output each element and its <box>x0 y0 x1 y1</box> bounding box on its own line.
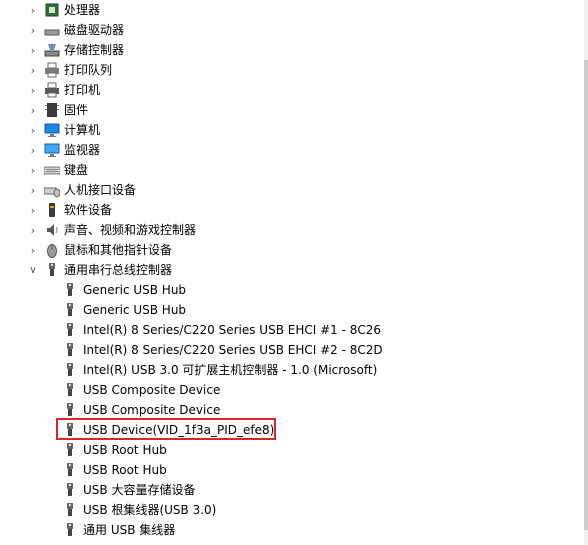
category-label: 打印机 <box>64 83 101 97</box>
device-label: USB Root Hub <box>83 463 167 477</box>
category-label: 磁盘驱动器 <box>64 23 125 37</box>
chevron-right-icon[interactable]: › <box>26 80 40 100</box>
usb-device-item[interactable]: Intel(R) 8 Series/C220 Series USB EHCI #… <box>0 340 560 360</box>
printer-icon <box>44 82 60 98</box>
usb-plug-icon <box>62 502 78 518</box>
scrollbar-thumb[interactable] <box>584 60 588 530</box>
category-software-devices[interactable]: › 软件设备 <box>0 200 560 220</box>
print-queue-icon <box>44 62 60 78</box>
category-label: 存储控制器 <box>64 43 125 57</box>
chevron-right-icon[interactable]: › <box>26 180 40 200</box>
category-label: 计算机 <box>64 123 101 137</box>
cpu-icon <box>44 2 60 18</box>
storage-controller-icon <box>44 42 60 58</box>
keyboard-icon <box>43 162 61 178</box>
category-hid[interactable]: › 人机接口设备 <box>0 180 560 200</box>
mouse-icon <box>44 242 60 258</box>
category-label: 处理器 <box>64 3 101 17</box>
chevron-right-icon[interactable]: › <box>26 0 40 20</box>
chevron-down-icon[interactable]: ∨ <box>26 260 40 280</box>
usb-device-item[interactable]: Generic USB Hub <box>0 300 560 320</box>
usb-device-item[interactable]: USB Root Hub <box>0 460 560 480</box>
category-storage-controllers[interactable]: › 存储控制器 <box>0 40 560 60</box>
usb-device-item[interactable]: Intel(R) USB 3.0 可扩展主机控制器 - 1.0 (Microso… <box>0 360 560 380</box>
category-printers[interactable]: › 打印机 <box>0 80 560 100</box>
software-device-icon <box>44 202 60 218</box>
device-label: USB Root Hub <box>83 443 167 457</box>
category-label: 固件 <box>64 103 89 117</box>
category-label: 打印队列 <box>64 63 113 77</box>
chevron-right-icon[interactable]: › <box>26 60 40 80</box>
chevron-right-icon[interactable]: › <box>26 120 40 140</box>
category-disk-drives[interactable]: › 磁盘驱动器 <box>0 20 560 40</box>
computer-icon <box>44 122 60 138</box>
chevron-right-icon[interactable]: › <box>26 40 40 60</box>
usb-device-item[interactable]: USB 根集线器(USB 3.0) <box>0 500 560 520</box>
usb-device-item[interactable]: USB Composite Device <box>0 380 560 400</box>
usb-device-item[interactable]: USB Composite Device <box>0 400 560 420</box>
highlight-annotation <box>56 418 276 440</box>
category-keyboards[interactable]: › 键盘 <box>0 160 560 180</box>
device-label: Intel(R) 8 Series/C220 Series USB EHCI #… <box>83 343 383 357</box>
chevron-right-icon[interactable]: › <box>26 220 40 240</box>
chevron-right-icon[interactable]: › <box>26 240 40 260</box>
category-label: 键盘 <box>64 163 89 177</box>
device-tree[interactable]: › 处理器 › 磁盘驱动器 › 存储控制器 › 打印队列 › 打印机 › 固件 … <box>0 0 584 545</box>
device-label: USB Composite Device <box>83 383 221 397</box>
usb-plug-icon <box>62 402 78 418</box>
category-label: 鼠标和其他指针设备 <box>64 243 173 257</box>
usb-device-item[interactable]: 通用 USB 集线器 <box>0 520 560 540</box>
speaker-icon <box>44 222 60 238</box>
category-sound-video-game[interactable]: › 声音、视频和游戏控制器 <box>0 220 560 240</box>
device-label: USB Composite Device <box>83 403 221 417</box>
usb-device-item[interactable]: USB 大容量存储设备 <box>0 480 560 500</box>
chevron-right-icon[interactable]: › <box>26 200 40 220</box>
category-cpu[interactable]: › 处理器 <box>0 0 560 20</box>
chevron-right-icon[interactable]: › <box>26 100 40 120</box>
monitor-icon <box>44 142 60 158</box>
usb-plug-icon <box>62 482 78 498</box>
usb-device-item[interactable]: USB Root Hub <box>0 440 560 460</box>
category-mice[interactable]: › 鼠标和其他指针设备 <box>0 240 560 260</box>
category-label: 通用串行总线控制器 <box>64 263 173 277</box>
device-label: Generic USB Hub <box>83 303 187 317</box>
usb-plug-icon <box>62 442 78 458</box>
category-label: 人机接口设备 <box>64 183 137 197</box>
category-label: 声音、视频和游戏控制器 <box>64 223 197 237</box>
category-label: 软件设备 <box>64 203 113 217</box>
chevron-right-icon[interactable]: › <box>26 160 40 180</box>
usb-plug-icon <box>62 342 78 358</box>
category-computer[interactable]: › 计算机 <box>0 120 560 140</box>
usb-plug-icon <box>62 322 78 338</box>
firmware-icon <box>44 102 60 118</box>
device-label: Generic USB Hub <box>83 283 187 297</box>
chevron-right-icon[interactable]: › <box>26 140 40 160</box>
usb-plug-icon <box>62 282 78 298</box>
usb-plug-icon <box>62 382 78 398</box>
category-monitors[interactable]: › 监视器 <box>0 140 560 160</box>
device-label: Intel(R) USB 3.0 可扩展主机控制器 - 1.0 (Microso… <box>83 363 378 377</box>
device-label: Intel(R) 8 Series/C220 Series USB EHCI #… <box>83 323 382 337</box>
chevron-right-icon[interactable]: › <box>26 20 40 40</box>
category-firmware[interactable]: › 固件 <box>0 100 560 120</box>
hid-icon <box>43 182 61 198</box>
usb-plug-icon <box>62 302 78 318</box>
category-label: 监视器 <box>64 143 101 157</box>
usb-device-item[interactable]: Generic USB Hub <box>0 280 560 300</box>
vertical-scrollbar[interactable] <box>584 0 588 545</box>
category-print-queues[interactable]: › 打印队列 <box>0 60 560 80</box>
usb-device-item[interactable]: Intel(R) 8 Series/C220 Series USB EHCI #… <box>0 320 560 340</box>
usb-plug-icon <box>62 362 78 378</box>
disk-drive-icon <box>44 22 60 38</box>
category-usb-controllers[interactable]: ∨ 通用串行总线控制器 <box>0 260 560 280</box>
device-label: USB 根集线器(USB 3.0) <box>83 503 217 517</box>
device-label: 通用 USB 集线器 <box>83 523 176 537</box>
usb-plug-icon <box>62 462 78 478</box>
device-label: USB 大容量存储设备 <box>83 483 196 497</box>
usb-plug-icon <box>62 522 78 538</box>
usb-icon <box>44 262 60 278</box>
